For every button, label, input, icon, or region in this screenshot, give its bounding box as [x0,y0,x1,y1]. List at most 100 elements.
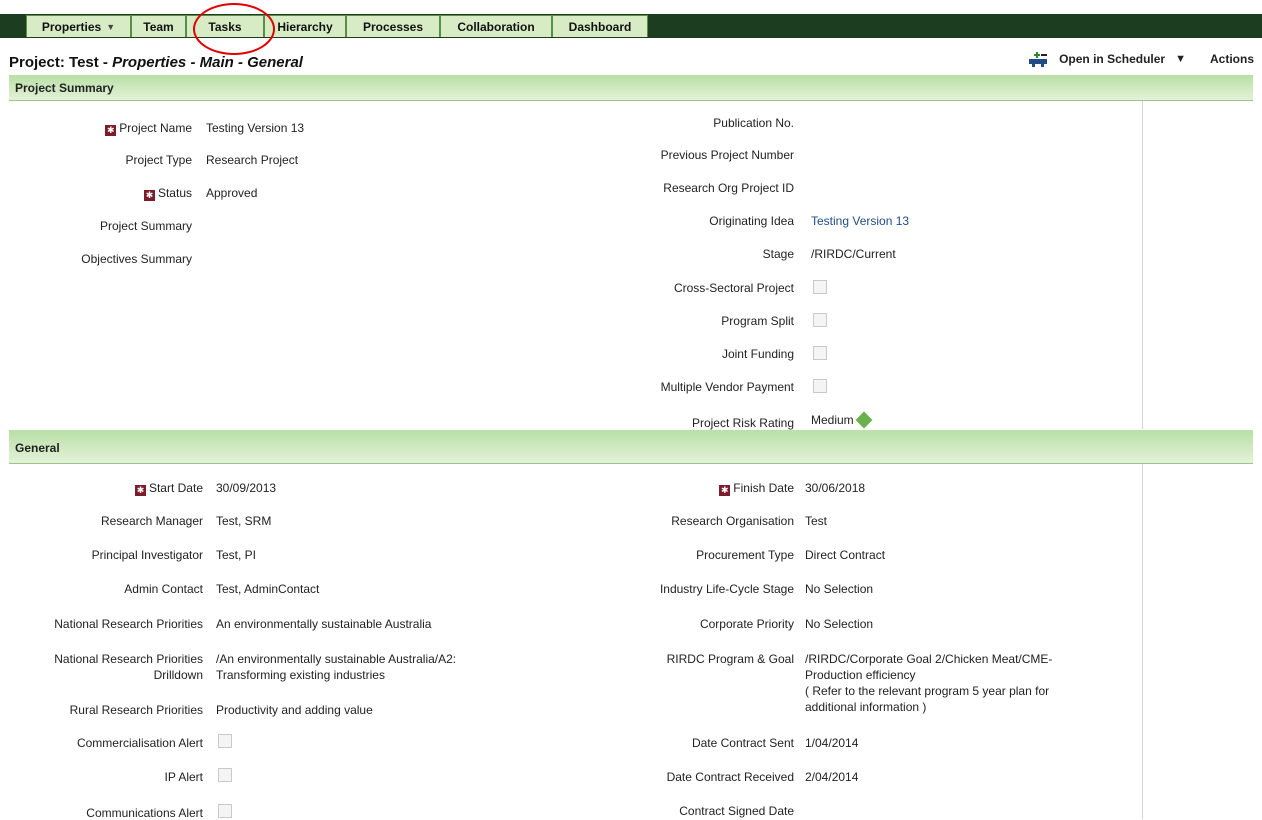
tab-team[interactable]: Team [131,15,186,37]
field-label-rirdc-program-goal: RIRDC Program & Goal [666,652,794,666]
rirdc-program-goal-note-line2: additional information ) [805,700,927,714]
required-icon: ✱ [143,190,155,201]
tab-label: Team [143,19,174,34]
column-divider [1142,101,1143,429]
field-label-research-organisation: Research Organisation [671,514,794,528]
rirdc-program-goal-value: /RIRDC/Corporate Goal 2/Chicken Meat/CME… [805,652,1053,666]
field-label-national-research-priorities: National Research Priorities [54,617,203,631]
open-in-scheduler-button[interactable]: Open in Scheduler [1059,52,1165,66]
field-label-finish-date: ✱ Finish Date [719,481,794,496]
ip-alert-checkbox[interactable] [218,768,232,782]
research-manager-value: Test, SRM [216,514,272,528]
national-research-priorities-value: An environmentally sustainable Australia [216,617,432,631]
procurement-type-value: Direct Contract [805,548,886,562]
page-title: Project: Test - Properties - Main - Gene… [9,54,303,71]
field-label-date-contract-sent: Date Contract Sent [691,736,794,750]
field-label-principal-investigator: Principal Investigator [91,548,203,562]
field-label-originating-idea: Originating Idea [709,214,794,228]
field-label-multiple-vendor-payment: Multiple Vendor Payment [660,380,794,394]
section-title: General [15,441,60,455]
field-label-procurement-type: Procurement Type [696,548,794,562]
field-label-project-risk-rating: Project Risk Rating [691,416,794,430]
scheduler-icon[interactable] [1027,50,1049,68]
scheduler-dropdown-icon[interactable]: ▼ [1175,53,1186,65]
field-label-rural-research-priorities: Rural Research Priorities [69,703,203,717]
rirdc-program-goal-note: ( Refer to the relevant program 5 year p… [805,684,1050,698]
stage-value: /RIRDC/Current [811,247,896,261]
field-label-nrp-drilldown: National Research Priorities [54,652,203,666]
general-header[interactable]: General [9,430,1253,464]
admin-contact-value: Test, AdminContact [216,582,320,596]
field-label-previous-project-number: Previous Project Number [660,148,794,162]
date-contract-sent-value: 1/04/2014 [805,736,859,750]
cross-sectoral-checkbox[interactable] [813,280,827,294]
field-label-research-manager: Research Manager [100,514,203,528]
field-label-industry-life-cycle-stage: Industry Life-Cycle Stage [659,582,794,596]
field-label-communications-alert: Communications Alert [86,806,203,820]
corporate-priority-value: No Selection [805,617,874,631]
required-icon: ✱ [134,485,146,496]
field-label-cross-sectoral-project: Cross-Sectoral Project [673,281,794,295]
field-label-nrp-drilldown-line2: Drilldown [153,668,203,682]
rirdc-program-goal-value-line2: Production efficiency [805,668,916,682]
start-date-value: 30/09/2013 [216,481,277,495]
tab-label: Processes [362,19,424,34]
finish-date-value: 30/06/2018 [805,481,866,495]
principal-investigator-value: Test, PI [216,548,257,562]
originating-idea-link[interactable]: Testing Version 13 [811,214,909,228]
field-label-corporate-priority: Corporate Priority [699,617,794,631]
status-value: Approved [206,186,258,200]
field-label-stage: Stage [762,247,794,261]
commercialisation-alert-checkbox[interactable] [218,734,232,748]
field-label-project-name: ✱ Project Name [105,121,192,136]
tab-properties[interactable]: Properties ▼ [26,15,131,37]
project-type-value: Research Project [206,153,299,167]
multiple-vendor-payment-checkbox[interactable] [813,379,827,393]
top-nav: Properties ▼ Team Tasks Hierarchy Proces… [0,0,1262,55]
project-summary-header[interactable]: Project Summary [9,75,1253,101]
column-divider [1142,464,1143,819]
industry-life-cycle-stage-value: No Selection [805,582,874,596]
title-italic: Properties - Main - General [112,54,303,71]
field-label-publication-no: Publication No. [713,116,794,130]
communications-alert-checkbox[interactable] [218,804,232,818]
tab-processes[interactable]: Processes [346,15,440,37]
field-label-date-contract-received: Date Contract Received [666,770,794,784]
risk-rating-value: Medium [811,411,873,429]
date-contract-received-value: 2/04/2014 [805,770,859,784]
tab-label: Hierarchy [277,19,333,34]
field-label-project-summary: Project Summary [99,219,192,233]
tab-collaboration[interactable]: Collaboration [440,15,552,37]
tab-label: Properties [41,19,102,34]
nrp-drilldown-value: /An environmentally sustainable Australi… [216,652,457,666]
actions-menu[interactable]: Actions [1210,52,1254,66]
section-title: Project Summary [15,81,114,95]
joint-funding-checkbox[interactable] [813,346,827,360]
tab-dashboard[interactable]: Dashboard [552,15,648,37]
field-label-contract-signed-date: Contract Signed Date [679,804,794,818]
field-label-commercialisation-alert: Commercialisation Alert [76,736,203,750]
risk-diamond-icon [855,411,873,429]
required-icon: ✱ [719,485,731,496]
tab-label: Tasks [208,19,242,34]
field-label-joint-funding: Joint Funding [721,347,794,361]
tab-tasks[interactable]: Tasks [186,15,264,37]
field-label-research-org-project-id: Research Org Project ID [663,181,794,195]
field-label-program-split: Program Split [721,314,794,328]
tab-bar: Properties ▼ Team Tasks Hierarchy Proces… [26,14,648,38]
research-organisation-value: Test [805,514,828,528]
title-prefix: Project: Test - [9,54,113,71]
nrp-drilldown-value-line2: Transforming existing industries [216,668,385,682]
field-label-start-date: ✱ Start Date [134,481,203,496]
required-icon: ✱ [105,125,117,136]
header-actions: Open in Scheduler ▼ Actions [1027,50,1254,68]
program-split-checkbox[interactable] [813,313,827,327]
chevron-down-icon: ▼ [106,21,116,32]
tab-hierarchy[interactable]: Hierarchy [264,15,346,37]
field-label-project-type: Project Type [125,153,192,167]
field-label-ip-alert: IP Alert [164,770,203,784]
tab-label: Dashboard [568,19,632,34]
rural-research-priorities-value: Productivity and adding value [216,703,373,717]
project-name-value: Testing Version 13 [206,121,305,135]
field-label-admin-contact: Admin Contact [124,582,203,596]
